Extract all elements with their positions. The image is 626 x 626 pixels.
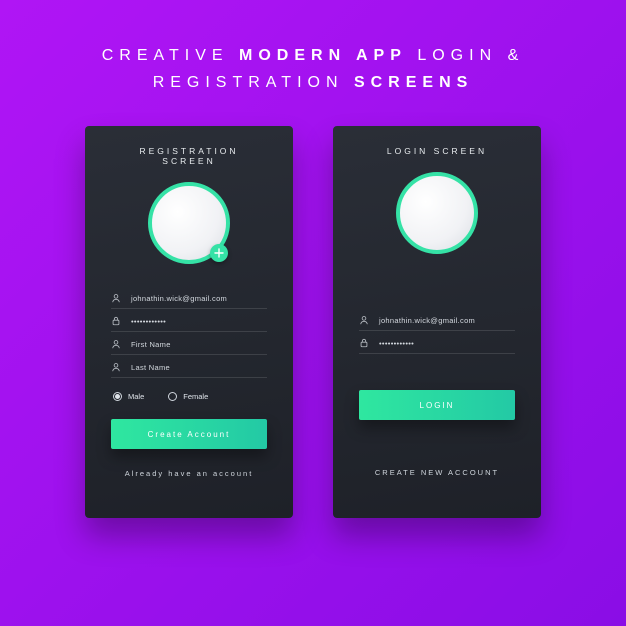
password-field[interactable]: •••••••••••• xyxy=(359,331,515,354)
radio-on-icon xyxy=(113,392,122,401)
heading-2b: SCREENS xyxy=(354,74,473,91)
create-new-account-link[interactable]: CREATE NEW ACCOUNT xyxy=(359,468,515,477)
avatar-placeholder xyxy=(396,172,478,254)
page-heading: CREATIVE MODERN APP LOGIN & REGISTRATION… xyxy=(0,0,626,96)
create-account-label: Create Account xyxy=(148,430,231,439)
email-field[interactable]: johnathin.wick@gmail.com xyxy=(359,308,515,331)
last-name-field[interactable]: Last Name xyxy=(111,355,267,378)
heading-1c: LOGIN & xyxy=(407,47,524,64)
registration-title: REGISTRATION SCREEN xyxy=(111,146,267,166)
login-button[interactable]: LOGIN xyxy=(359,390,515,420)
password-field[interactable]: •••••••••••• xyxy=(111,309,267,332)
password-mask: •••••••••••• xyxy=(379,339,414,348)
radio-off-icon xyxy=(168,392,177,401)
gender-male-radio[interactable]: Male xyxy=(113,392,144,401)
avatar xyxy=(396,172,478,254)
email-value: johnathin.wick@gmail.com xyxy=(379,316,475,325)
create-account-button[interactable]: Create Account xyxy=(111,419,267,449)
plus-icon xyxy=(214,248,224,258)
registration-screen: REGISTRATION SCREEN johnathin.wick@gmail… xyxy=(85,126,293,518)
email-field[interactable]: johnathin.wick@gmail.com xyxy=(111,286,267,309)
create-new-account-label: CREATE NEW ACCOUNT xyxy=(375,468,499,477)
avatar-upload[interactable] xyxy=(148,182,230,264)
lock-icon xyxy=(111,316,121,326)
already-have-account-link[interactable]: Already have an account xyxy=(111,469,267,478)
already-have-account-label: Already have an account xyxy=(125,469,254,478)
user-icon xyxy=(111,362,121,372)
gender-female-radio[interactable]: Female xyxy=(168,392,208,401)
user-icon xyxy=(111,293,121,303)
login-label: LOGIN xyxy=(420,401,455,410)
login-screen: LOGIN SCREEN johnathin.wick@gmail.com ••… xyxy=(333,126,541,518)
heading-1a: CREATIVE xyxy=(102,47,239,64)
first-name-field[interactable]: First Name xyxy=(111,332,267,355)
first-name-placeholder: First Name xyxy=(131,340,171,349)
gender-female-label: Female xyxy=(183,392,208,401)
email-value: johnathin.wick@gmail.com xyxy=(131,294,227,303)
login-title: LOGIN SCREEN xyxy=(359,146,515,156)
gender-male-label: Male xyxy=(128,392,144,401)
last-name-placeholder: Last Name xyxy=(131,363,170,372)
user-icon xyxy=(359,315,369,325)
user-icon xyxy=(111,339,121,349)
avatar-add-button[interactable] xyxy=(210,244,228,262)
heading-2a: REGISTRATION xyxy=(153,74,354,91)
lock-icon xyxy=(359,338,369,348)
heading-1b: MODERN APP xyxy=(239,47,407,64)
password-mask: •••••••••••• xyxy=(131,317,166,326)
